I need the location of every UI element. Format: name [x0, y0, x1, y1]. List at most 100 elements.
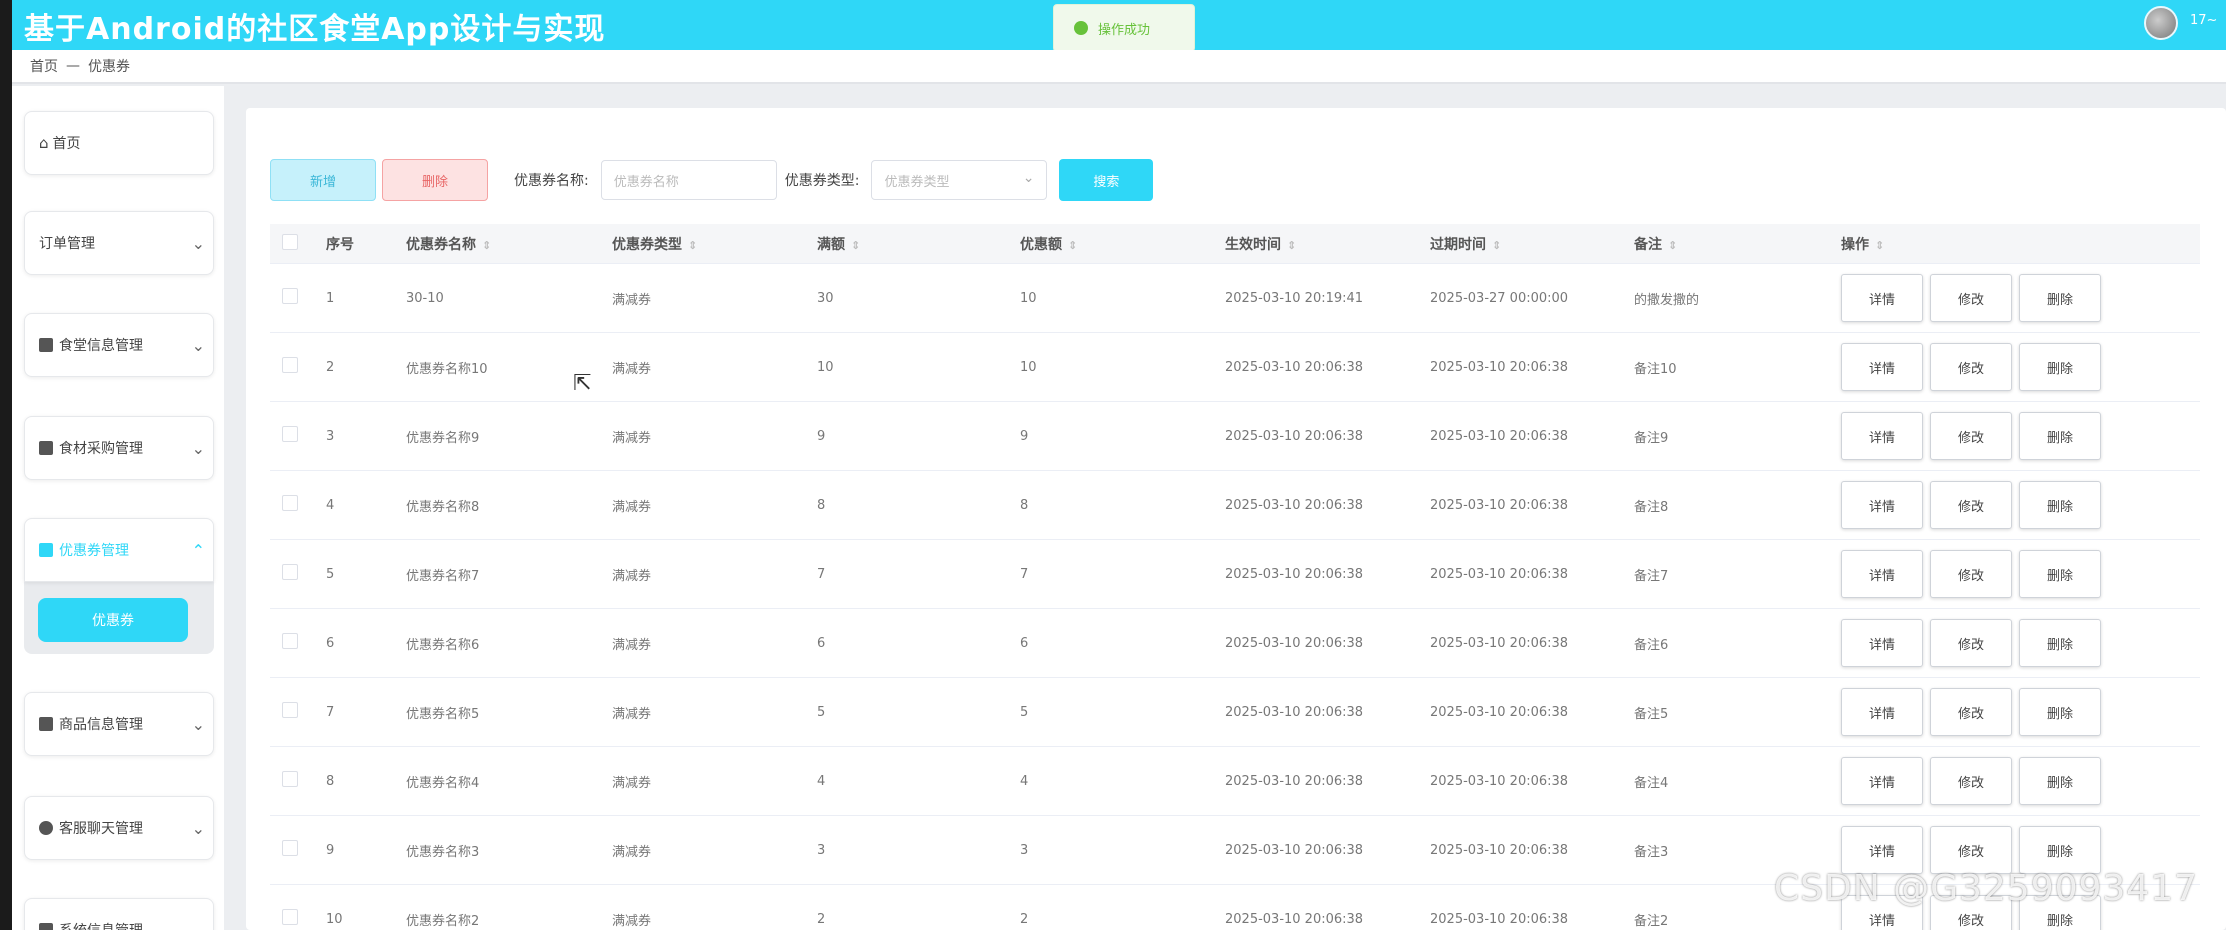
cell-end-time: 2025-03-10 20:06:38 — [1430, 566, 1569, 582]
sidebar-item-label: 首页 — [52, 136, 81, 152]
app-title: 基于Android的社区食堂App设计与实现 — [24, 12, 606, 47]
avatar[interactable] — [2144, 6, 2178, 40]
row-delete-button[interactable]: 删除 — [2019, 688, 2101, 736]
cell-threshold: 30 — [817, 290, 834, 306]
header-remark[interactable]: 备注 ⇕ — [1634, 234, 1841, 254]
header-label: 优惠额 — [1020, 236, 1062, 253]
row-checkbox[interactable] — [282, 840, 298, 856]
cell-end-time: 2025-03-10 20:06:38 — [1430, 704, 1569, 720]
row-delete-button[interactable]: 删除 — [2019, 412, 2101, 460]
sidebar-item-orders[interactable]: 订单管理 ⌄ — [24, 211, 214, 275]
cell-discount: 4 — [1020, 773, 1029, 789]
row-checkbox-cell — [270, 495, 326, 515]
coupon-table: 序号 优惠券名称 ⇕ 优惠券类型 ⇕ 满额 ⇕ 优惠额 ⇕ 生效时间 ⇕ 过期时间 ⇕ 备注… — [270, 224, 2200, 930]
main-content: 新增 删除 优惠券名称: 优惠券名称 优惠券类型: 优惠券类型 ⌄ 搜索 序号 … — [246, 108, 2226, 930]
submenu-item-coupons[interactable]: 优惠券 — [38, 598, 188, 642]
row-checkbox[interactable] — [282, 771, 298, 787]
cell-type: 满减券 — [612, 292, 652, 308]
detail-button[interactable]: 详情 — [1841, 550, 1923, 598]
row-delete-button[interactable]: 删除 — [2019, 481, 2101, 529]
sidebar-item-purchase[interactable]: 食材采购管理 ⌄ — [24, 416, 214, 480]
header-threshold[interactable]: 满额 ⇕ — [817, 234, 1020, 254]
sidebar-item-system[interactable]: 系统信息管理 — [24, 898, 214, 930]
detail-button[interactable]: 详情 — [1841, 826, 1923, 874]
row-checkbox[interactable] — [282, 909, 298, 925]
breadcrumb-home[interactable]: 首页 — [30, 56, 58, 76]
sidebar-item-canteen[interactable]: 食堂信息管理 ⌄ — [24, 313, 214, 377]
edit-button[interactable]: 修改 — [1930, 757, 2012, 805]
cell-remark: 备注6 — [1634, 637, 1669, 653]
coupon-name-input[interactable]: 优惠券名称 — [600, 160, 777, 200]
edit-button[interactable]: 修改 — [1930, 481, 2012, 529]
cell-type: 满减券 — [612, 430, 652, 446]
success-toast: 操作成功 — [1053, 4, 1195, 52]
edit-button[interactable]: 修改 — [1930, 688, 2012, 736]
header-label: 操作 — [1841, 236, 1869, 253]
delete-button[interactable]: 删除 — [382, 159, 488, 201]
cell-start-time: 2025-03-10 20:19:41 — [1225, 290, 1364, 306]
cell-discount: 10 — [1020, 359, 1037, 375]
row-delete-button[interactable]: 删除 — [2019, 550, 2101, 598]
cell-name: 优惠券名称6 — [406, 637, 480, 653]
cell-remark: 备注7 — [1634, 568, 1669, 584]
detail-button[interactable]: 详情 — [1841, 343, 1923, 391]
detail-button[interactable]: 详情 — [1841, 412, 1923, 460]
edit-button[interactable]: 修改 — [1930, 619, 2012, 667]
sidebar-item-home[interactable]: ⌂ 首页 — [24, 111, 214, 175]
row-delete-button[interactable]: 删除 — [2019, 343, 2101, 391]
detail-button[interactable]: 详情 — [1841, 481, 1923, 529]
table-row: 4 优惠券名称8 满减券 8 8 2025-03-10 20:06:38 2025-03-1… — [270, 471, 2200, 540]
edit-button[interactable]: 修改 — [1930, 343, 2012, 391]
cell-discount: 6 — [1020, 635, 1029, 651]
row-delete-button[interactable]: 删除 — [2019, 757, 2101, 805]
row-delete-button[interactable]: 删除 — [2019, 619, 2101, 667]
cell-name: 优惠券名称4 — [406, 775, 480, 791]
cell-index: 9 — [326, 842, 335, 858]
header-name[interactable]: 优惠券名称 ⇕ — [406, 234, 612, 254]
header-type[interactable]: 优惠券类型 ⇕ — [612, 234, 817, 254]
success-icon — [1074, 21, 1088, 35]
sidebar-item-label: 食材采购管理 — [59, 441, 143, 457]
coupon-type-select[interactable]: 优惠券类型 ⌄ — [871, 160, 1048, 200]
coupon-type-placeholder: 优惠券类型 — [884, 174, 950, 190]
edit-button[interactable]: 修改 — [1930, 412, 2012, 460]
detail-button[interactable]: 详情 — [1841, 757, 1923, 805]
detail-button[interactable]: 详情 — [1841, 274, 1923, 322]
cell-remark: 备注4 — [1634, 775, 1669, 791]
row-checkbox[interactable] — [282, 633, 298, 649]
search-button[interactable]: 搜索 — [1059, 159, 1154, 201]
header-label: 优惠券类型 — [612, 236, 682, 253]
header-actions[interactable]: 操作 ⇕ — [1841, 234, 2191, 254]
row-checkbox[interactable] — [282, 564, 298, 580]
row-checkbox[interactable] — [282, 288, 298, 304]
cell-index: 5 — [326, 566, 335, 582]
row-checkbox[interactable] — [282, 702, 298, 718]
add-button[interactable]: 新增 — [270, 159, 376, 201]
header-discount[interactable]: 优惠额 ⇕ — [1020, 234, 1225, 254]
row-checkbox[interactable] — [282, 357, 298, 373]
edit-button[interactable]: 修改 — [1930, 274, 2012, 322]
header-label: 生效时间 — [1225, 236, 1281, 253]
cell-remark: 备注10 — [1634, 361, 1677, 377]
sort-icon: ⇕ — [1492, 238, 1502, 252]
table-row: 6 优惠券名称6 满减券 6 6 2025-03-10 20:06:38 2025-03-1… — [270, 609, 2200, 678]
sidebar-item-chat[interactable]: 客服聊天管理 ⌄ — [24, 796, 214, 860]
header-start-time[interactable]: 生效时间 ⇕ — [1225, 234, 1430, 254]
sidebar-item-coupons[interactable]: 优惠券管理 ⌃ — [24, 518, 214, 582]
detail-button[interactable]: 详情 — [1841, 688, 1923, 736]
sort-icon: ⇕ — [482, 238, 492, 252]
user-label[interactable]: 17~ — [2190, 13, 2217, 28]
edit-button[interactable]: 修改 — [1930, 550, 2012, 598]
edit-button[interactable]: 修改 — [1930, 826, 2012, 874]
row-checkbox[interactable] — [282, 495, 298, 511]
sidebar-item-goods[interactable]: 商品信息管理 ⌄ — [24, 692, 214, 756]
row-delete-button[interactable]: 删除 — [2019, 826, 2101, 874]
row-delete-button[interactable]: 删除 — [2019, 274, 2101, 322]
row-checkbox[interactable] — [282, 426, 298, 442]
cell-start-time: 2025-03-10 20:06:38 — [1225, 911, 1364, 927]
select-all-checkbox[interactable] — [282, 233, 298, 250]
cell-start-time: 2025-03-10 20:06:38 — [1225, 428, 1364, 444]
header-end-time[interactable]: 过期时间 ⇕ — [1430, 234, 1634, 254]
row-checkbox-cell — [270, 633, 326, 653]
detail-button[interactable]: 详情 — [1841, 619, 1923, 667]
